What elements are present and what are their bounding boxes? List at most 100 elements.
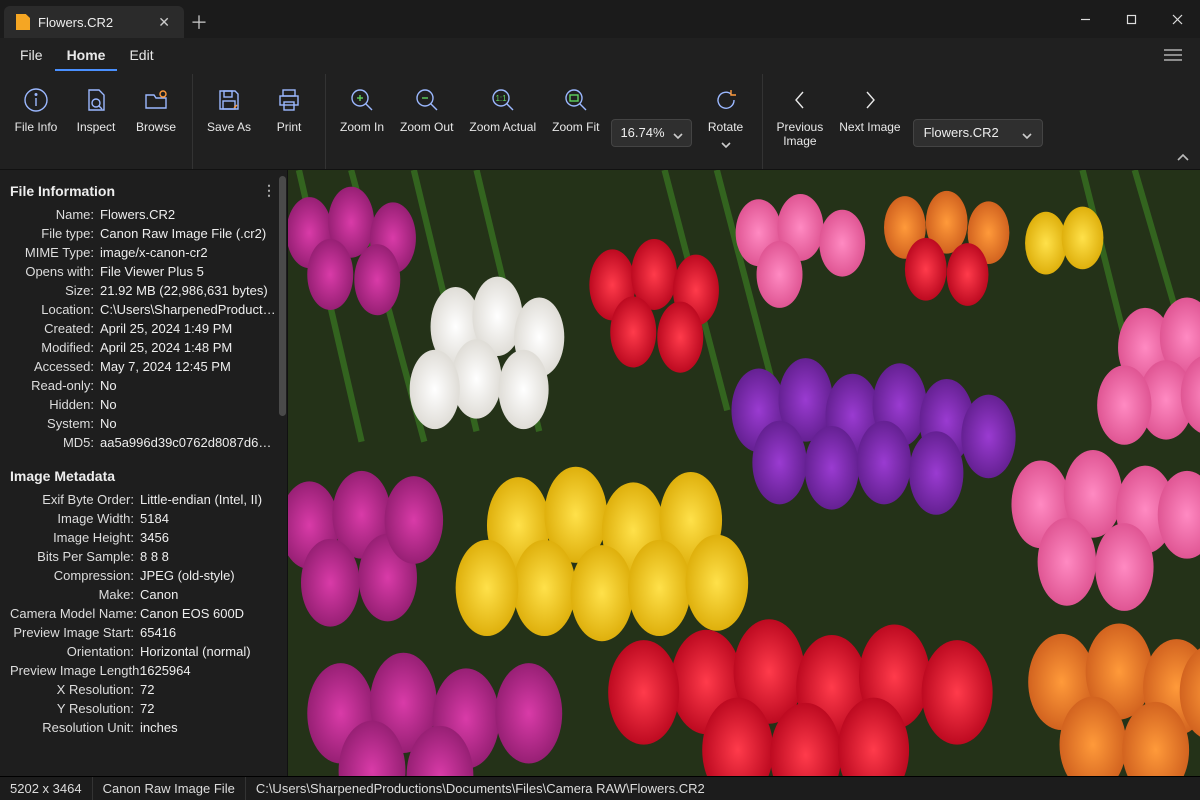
info-key: Read-only:: [10, 378, 94, 393]
info-key: MD5:: [10, 435, 94, 450]
zoom-level-dropdown[interactable]: 16.74%: [611, 119, 691, 147]
status-bar: 5202 x 3464 Canon Raw Image File C:\User…: [0, 776, 1200, 800]
print-icon: [275, 86, 303, 114]
print-button[interactable]: Print: [263, 80, 315, 136]
info-key: Make:: [10, 587, 134, 602]
zoom-in-icon: [348, 86, 376, 114]
info-key: System:: [10, 416, 94, 431]
info-key: Exif Byte Order:: [10, 492, 134, 507]
info-value: April 25, 2024 1:49 PM: [100, 321, 277, 336]
workspace: File Information ⋮ Name: Flowers.CR2 File …: [0, 170, 1200, 776]
info-value: 5184: [140, 511, 277, 526]
close-tab-icon[interactable]: ✕: [154, 14, 174, 31]
info-value: aa5a996d39c0762d8087d647805...: [100, 435, 277, 450]
info-key: Opens with:: [10, 264, 94, 279]
zoom-fit-button[interactable]: Zoom Fit: [548, 80, 603, 136]
info-key: Camera Model Name:: [10, 606, 134, 621]
info-key: Preview Image Length:: [10, 663, 134, 678]
status-file-type: Canon Raw Image File: [93, 777, 246, 800]
info-key: Resolution Unit:: [10, 720, 134, 735]
file-information-section: File Information ⋮ Name: Flowers.CR2 File …: [0, 170, 287, 456]
status-path: C:\Users\SharpenedProductions\Documents\…: [246, 777, 715, 800]
info-value: No: [100, 416, 277, 431]
menu-file[interactable]: File: [8, 41, 55, 71]
ribbon-group-file: File Info Inspect Browse: [0, 74, 193, 169]
menu-edit[interactable]: Edit: [117, 41, 165, 71]
image-metadata-header: Image Metadata: [10, 468, 115, 484]
ribbon-toolbar: File Info Inspect Browse Save As Prin: [0, 74, 1200, 170]
info-key: Accessed:: [10, 359, 94, 374]
browse-button[interactable]: Browse: [130, 80, 182, 136]
image-viewport[interactable]: [288, 170, 1200, 776]
info-key: Hidden:: [10, 397, 94, 412]
next-image-button[interactable]: Next Image: [835, 80, 904, 136]
info-key: Preview Image Start:: [10, 625, 134, 640]
menu-home[interactable]: Home: [55, 41, 118, 71]
info-value: 72: [140, 682, 277, 697]
info-icon: [22, 86, 50, 114]
collapse-ribbon-button[interactable]: [1176, 150, 1190, 165]
chevron-down-icon: [1022, 128, 1032, 136]
inspect-button[interactable]: Inspect: [70, 80, 122, 136]
info-key: Name:: [10, 207, 94, 222]
info-key: Bits Per Sample:: [10, 549, 134, 564]
zoom-fit-icon: [562, 86, 590, 114]
new-tab-button[interactable]: ＋: [184, 6, 214, 38]
info-value: 72: [140, 701, 277, 716]
info-key: X Resolution:: [10, 682, 134, 697]
file-info-button[interactable]: File Info: [10, 80, 62, 136]
info-key: Compression:: [10, 568, 134, 583]
svg-text:1:1: 1:1: [495, 94, 507, 103]
status-dimensions: 5202 x 3464: [0, 777, 93, 800]
maximize-button[interactable]: [1108, 0, 1154, 38]
save-as-button[interactable]: Save As: [203, 80, 255, 136]
previous-image-button[interactable]: Previous Image: [773, 80, 828, 151]
document-tab[interactable]: Flowers.CR2 ✕: [4, 6, 184, 38]
info-value: May 7, 2024 12:45 PM: [100, 359, 277, 374]
file-dropdown[interactable]: Flowers.CR2: [913, 119, 1043, 147]
info-value: No: [100, 378, 277, 393]
info-value: 65416: [140, 625, 277, 640]
info-key: Orientation:: [10, 644, 134, 659]
panel-menu-icon[interactable]: ⋮: [262, 182, 277, 199]
file-information-header: File Information: [10, 183, 115, 199]
info-key: Location:: [10, 302, 94, 317]
minimize-button[interactable]: [1062, 0, 1108, 38]
rotate-button[interactable]: Rotate: [700, 80, 752, 148]
tab-title: Flowers.CR2: [38, 15, 146, 30]
close-window-button[interactable]: [1154, 0, 1200, 38]
info-value: 21.92 MB (22,986,631 bytes): [100, 283, 277, 298]
ribbon-group-nav: Previous Image Next Image Flowers.CR2: [763, 74, 1053, 169]
zoom-actual-button[interactable]: 1:1 Zoom Actual: [465, 80, 540, 136]
zoom-out-button[interactable]: Zoom Out: [396, 80, 457, 136]
info-key: File type:: [10, 226, 94, 241]
info-key: Size:: [10, 283, 94, 298]
info-value: Canon Raw Image File (.cr2): [100, 226, 277, 241]
info-value: Little-endian (Intel, II): [140, 492, 277, 507]
info-value: No: [100, 397, 277, 412]
zoom-level-value: 16.74%: [620, 125, 664, 140]
info-value: 8 8 8: [140, 549, 277, 564]
info-value: C:\Users\SharpenedProductions...: [100, 302, 277, 317]
info-value: Flowers.CR2: [100, 207, 277, 222]
info-value: April 25, 2024 1:48 PM: [100, 340, 277, 355]
ribbon-group-zoom: Zoom In Zoom Out 1:1 Zoom Actual Zoom Fi…: [326, 74, 763, 169]
info-key: Image Height:: [10, 530, 134, 545]
scrollbar-thumb[interactable]: [279, 176, 286, 416]
rotate-icon: [712, 86, 740, 114]
hamburger-menu-icon[interactable]: [1154, 42, 1192, 71]
info-key: MIME Type:: [10, 245, 94, 260]
ribbon-group-output: Save As Print: [193, 74, 326, 169]
file-dropdown-value: Flowers.CR2: [924, 125, 999, 140]
inspect-icon: [82, 86, 110, 114]
info-value: image/x-canon-cr2: [100, 245, 277, 260]
titlebar: Flowers.CR2 ✕ ＋: [0, 0, 1200, 38]
zoom-in-button[interactable]: Zoom In: [336, 80, 388, 136]
info-value: 1625964: [140, 663, 277, 678]
chevron-left-icon: [786, 86, 814, 114]
info-key: Modified:: [10, 340, 94, 355]
info-key: Created:: [10, 321, 94, 336]
info-key: Image Width:: [10, 511, 134, 526]
chevron-down-icon: [721, 138, 731, 146]
image-content: [288, 170, 1200, 776]
